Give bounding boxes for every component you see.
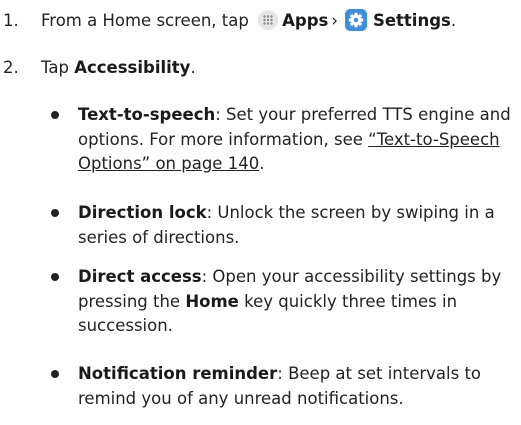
home-key-label: Home (185, 291, 239, 311)
path-separator: › (331, 11, 338, 30)
step-suffix: . (190, 58, 196, 77)
accessibility-label: Accessibility (74, 58, 191, 77)
step-text: Tap (41, 58, 69, 77)
bullet-direction-lock: Direction lock: Unlock the screen by swi… (51, 201, 518, 250)
bullet-term: Direction lock (78, 203, 207, 222)
step-number: 1. (3, 11, 19, 30)
settings-label: Settings (372, 11, 451, 30)
step-1: 1. From a Home screen, tap Apps › Settin… (0, 9, 456, 32)
bullet-suffix: . (259, 154, 265, 173)
step-text: From a Home screen, tap (41, 11, 249, 30)
apps-grid-icon (258, 10, 279, 30)
bullet-notification-reminder: Notification reminder: Beep at set inter… (51, 362, 518, 411)
bullet-dot (51, 370, 59, 378)
instruction-page: 1. From a Home screen, tap Apps › Settin… (0, 0, 521, 425)
bullet-term: Text-to-speech (78, 105, 216, 124)
bullet-dot (51, 111, 59, 119)
bullet-term: Direct access (78, 267, 202, 286)
bullet-term: Notification reminder (78, 364, 278, 383)
apps-label: Apps (282, 11, 329, 30)
step-2: 2. Tap Accessibility. (0, 57, 196, 79)
bullet-dot (51, 273, 59, 281)
bullet-text-to-speech: Text-to-speech: Set your preferred TTS e… (51, 103, 518, 177)
step-suffix: . (450, 11, 457, 30)
settings-gear-icon (344, 9, 367, 31)
bullet-dot (51, 209, 59, 217)
step-number: 2. (3, 58, 19, 77)
bullet-direct-access: Direct access: Open your accessibility s… (51, 265, 518, 339)
